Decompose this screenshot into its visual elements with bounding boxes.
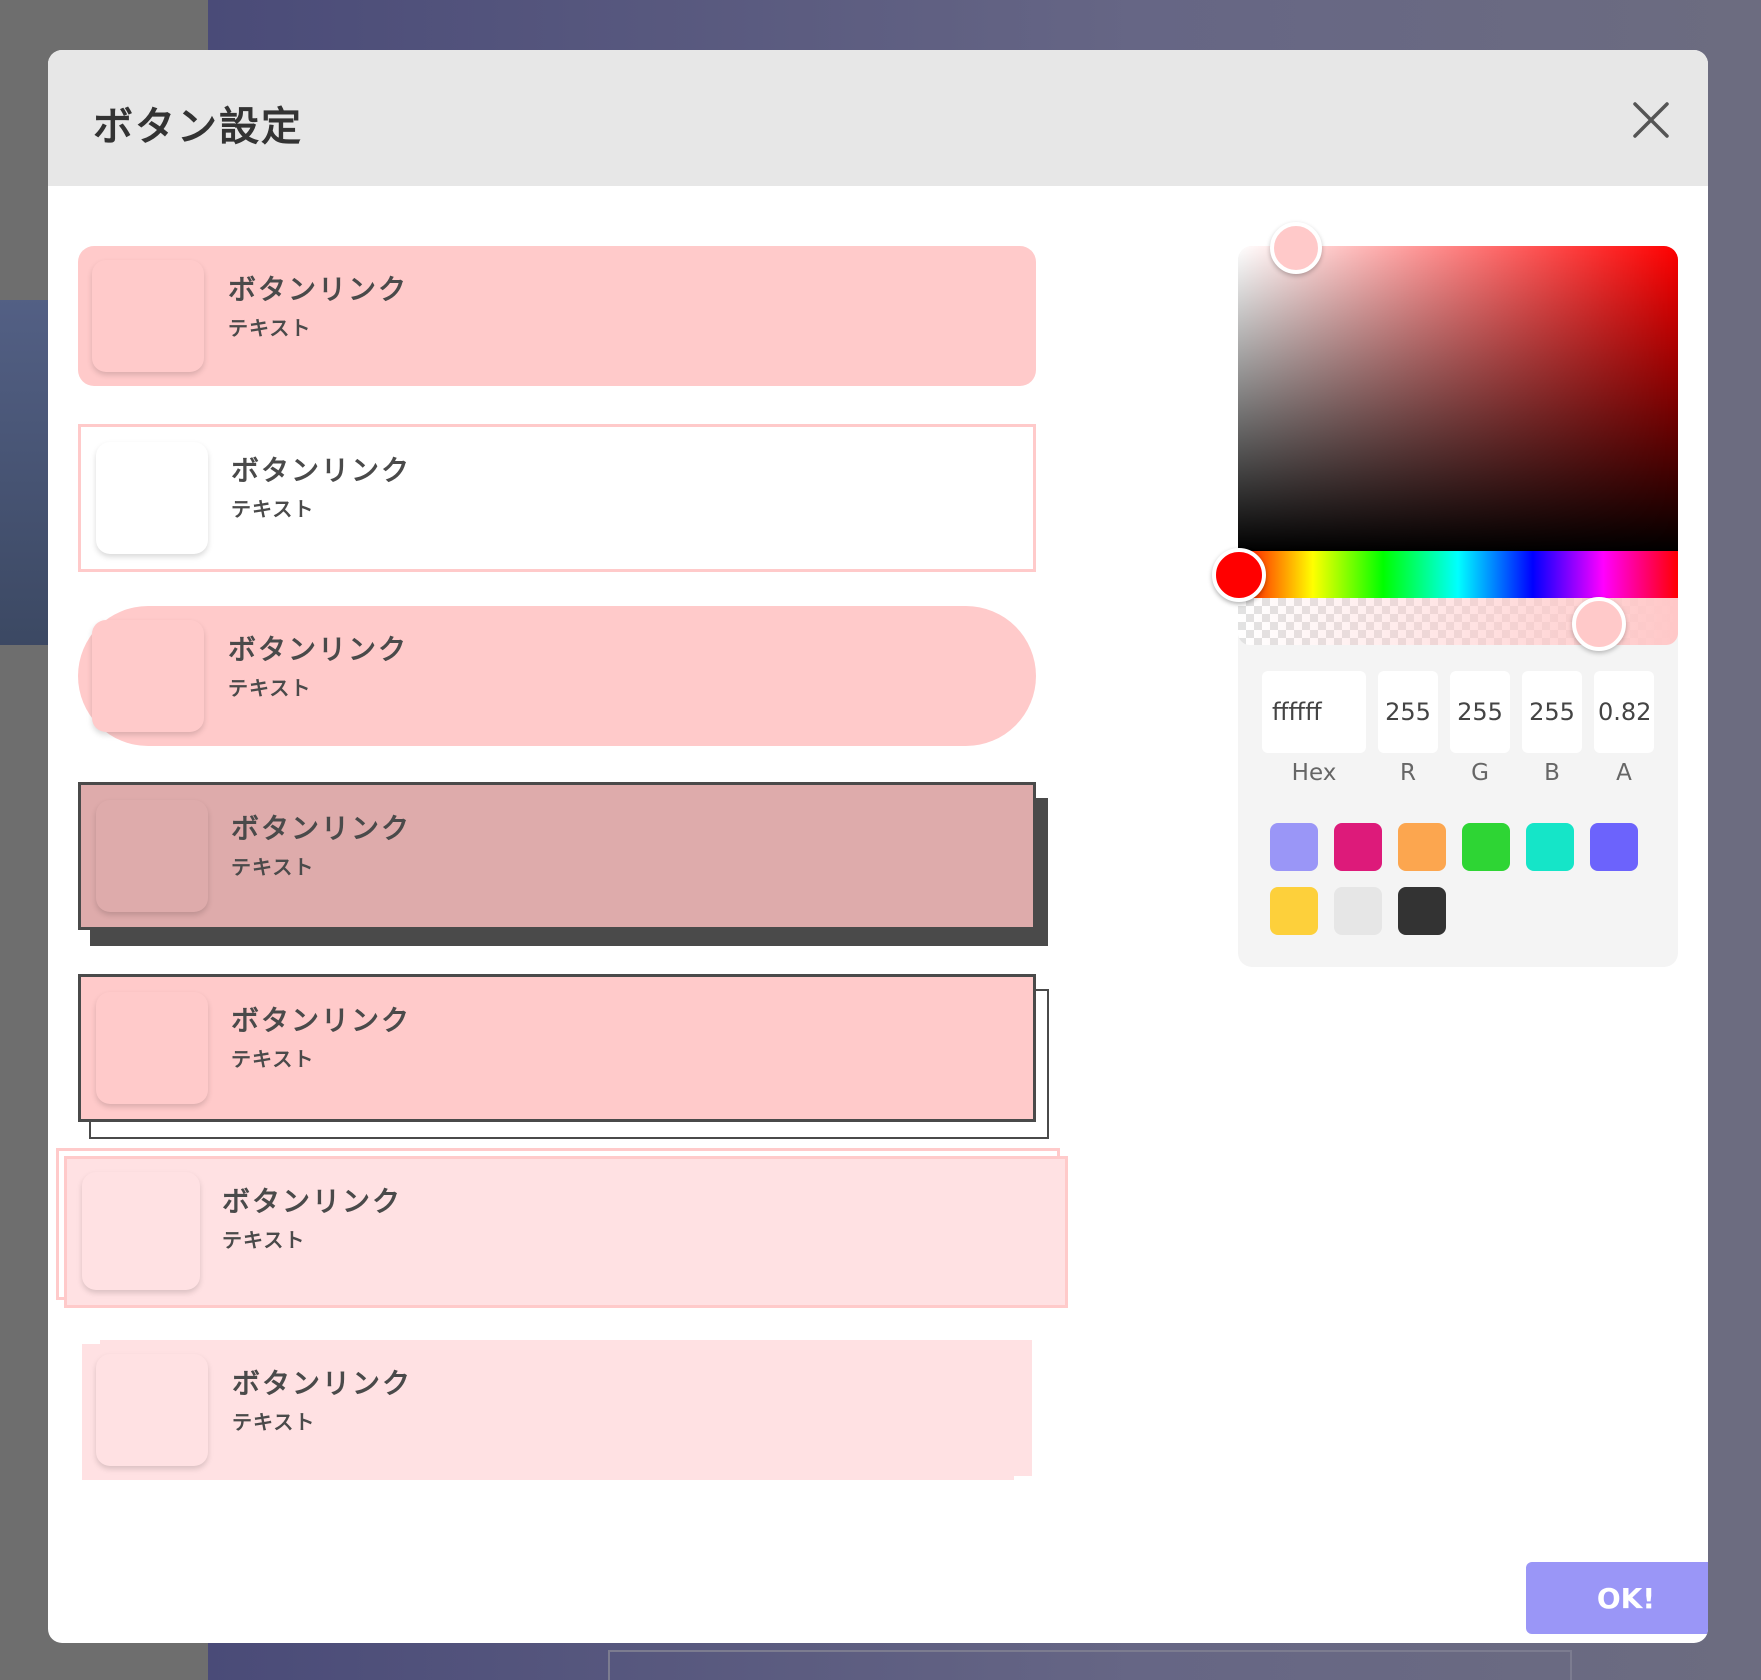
button-style-pill[interactable]: ボタンリンク テキスト — [78, 606, 1036, 746]
color-swatch[interactable] — [1590, 823, 1638, 871]
button-title: ボタンリンク — [232, 1367, 413, 1400]
button-title: ボタンリンク — [231, 454, 412, 487]
color-swatch[interactable] — [1526, 823, 1574, 871]
button-subtitle: テキスト — [231, 1047, 315, 1071]
color-swatch[interactable] — [1462, 823, 1510, 871]
button-thumbnail — [96, 800, 208, 912]
saturation-value-area[interactable] — [1238, 246, 1678, 551]
b-input[interactable] — [1522, 671, 1582, 753]
button-style-outline[interactable]: ボタンリンク テキスト — [78, 424, 1036, 572]
background-strip — [0, 300, 48, 645]
button-title: ボタンリンク — [222, 1185, 403, 1218]
button-thumbnail — [96, 1354, 208, 1466]
button-title: ボタンリンク — [231, 812, 412, 845]
a-input[interactable] — [1594, 671, 1654, 753]
color-swatch[interactable] — [1334, 887, 1382, 935]
saturation-value-handle[interactable] — [1270, 222, 1322, 274]
alpha-handle[interactable] — [1572, 597, 1626, 651]
button-subtitle: テキスト — [231, 497, 315, 521]
g-input[interactable] — [1450, 671, 1510, 753]
color-swatch[interactable] — [1334, 823, 1382, 871]
hex-input[interactable] — [1262, 671, 1366, 753]
r-input[interactable] — [1378, 671, 1438, 753]
button-thumbnail — [96, 442, 208, 554]
color-swatch[interactable] — [1398, 823, 1446, 871]
button-title: ボタンリンク — [228, 633, 409, 666]
color-swatch[interactable] — [1270, 823, 1318, 871]
button-thumbnail — [96, 992, 208, 1104]
button-thumbnail — [82, 1172, 200, 1290]
edge-top — [82, 1340, 100, 1344]
modal-header: ボタン設定 — [48, 50, 1708, 186]
button-style-hard-shadow[interactable]: ボタンリンク テキスト — [78, 782, 1036, 930]
outline-front — [64, 1156, 1068, 1308]
button-subtitle: テキスト — [222, 1228, 306, 1252]
modal-title: ボタン設定 — [93, 104, 303, 150]
a-label: A — [1616, 760, 1632, 786]
button-subtitle: テキスト — [228, 676, 312, 700]
button-style-line-shadow[interactable]: ボタンリンク テキスト — [78, 974, 1036, 1122]
button-title: ボタンリンク — [228, 273, 409, 306]
edge-bottom — [1014, 1476, 1032, 1480]
color-swatch[interactable] — [1270, 887, 1318, 935]
button-title: ボタンリンク — [231, 1004, 412, 1037]
button-thumbnail — [92, 620, 204, 732]
g-label: G — [1471, 760, 1489, 786]
hex-label: Hex — [1291, 760, 1337, 786]
button-subtitle: テキスト — [231, 855, 315, 879]
b-label: B — [1544, 760, 1560, 786]
button-style-light[interactable]: ボタンリンク テキスト — [82, 1340, 1032, 1480]
button-thumbnail — [92, 260, 204, 372]
hue-handle[interactable] — [1212, 548, 1266, 602]
button-style-filled[interactable]: ボタンリンク テキスト — [78, 246, 1036, 386]
close-button[interactable] — [1626, 95, 1676, 145]
r-label: R — [1400, 760, 1416, 786]
close-icon — [1633, 102, 1669, 138]
button-subtitle: テキスト — [232, 1410, 316, 1434]
background-bottom-bar — [608, 1650, 1572, 1680]
hue-slider[interactable] — [1238, 551, 1678, 598]
color-swatch[interactable] — [1398, 887, 1446, 935]
button-subtitle: テキスト — [228, 316, 312, 340]
ok-button[interactable]: OK! — [1526, 1562, 1708, 1634]
button-style-double-outline[interactable]: ボタンリンク テキスト — [56, 1148, 1068, 1308]
